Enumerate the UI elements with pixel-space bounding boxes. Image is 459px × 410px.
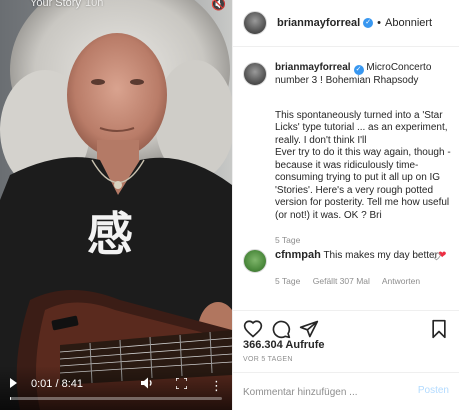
verified-icon: ✓: [353, 65, 364, 75]
verified-icon: ✓: [363, 18, 374, 28]
caption-age[interactable]: 5 Tage: [275, 234, 451, 247]
post-header: brianmayforreal ✓ • Abonniert: [233, 0, 459, 47]
story-time: 10h: [84, 0, 104, 9]
caption-body: This spontaneously turned into a 'Star L…: [275, 109, 451, 221]
comment-form: Posten: [233, 372, 459, 410]
separator-dot: •: [377, 17, 382, 29]
time-display: 0:01 / 8:41: [31, 378, 83, 390]
comment-meta: 5 Tage Gefällt 307 Mal Antworten: [275, 275, 451, 288]
progress-track[interactable]: [10, 397, 222, 400]
comment-text: This makes my day better: [323, 250, 438, 261]
follow-button[interactable]: Abonniert: [385, 17, 432, 29]
header-username[interactable]: brianmayforreal: [277, 17, 360, 29]
comment-item: cfnmpah This makes my day better❤ 5 Tage…: [243, 249, 451, 287]
comment-input[interactable]: [243, 384, 403, 400]
heart-icon[interactable]: [243, 319, 263, 339]
more-icon[interactable]: ⋮: [210, 379, 223, 392]
fullscreen-icon[interactable]: [176, 378, 187, 389]
comment-username[interactable]: cfnmpah: [275, 249, 321, 261]
progress-fill: [10, 397, 11, 400]
action-bar: [233, 310, 459, 340]
view-count[interactable]: 366.304 Aufrufe: [243, 339, 325, 351]
bookmark-icon[interactable]: [429, 319, 449, 339]
shirt-print: 感: [87, 207, 133, 261]
video-player[interactable]: 感 Your Story 10h 🔇 0:01 / 8:41 ⋮: [0, 0, 232, 410]
story-label[interactable]: Your Story 10h: [30, 0, 103, 9]
reply-button[interactable]: Antworten: [382, 276, 420, 286]
caption-avatar[interactable]: [243, 62, 267, 86]
comment-age[interactable]: 5 Tage: [275, 276, 300, 286]
comments-area: brianmayforreal ✓ MicroConcerto number 3 …: [233, 48, 459, 310]
audio-icon[interactable]: 🔇: [211, 0, 226, 11]
post-sidebar: brianmayforreal ✓ • Abonniert brianmayfo…: [232, 0, 459, 410]
volume-icon[interactable]: [140, 376, 154, 390]
post-age[interactable]: VOR 5 TAGEN: [243, 356, 293, 363]
comment-icon[interactable]: [271, 319, 291, 339]
share-icon[interactable]: [299, 319, 319, 339]
video-controls: 0:01 / 8:41 ⋮: [0, 366, 232, 410]
avatar[interactable]: [243, 11, 267, 35]
post-button[interactable]: Posten: [418, 385, 449, 396]
comment-like-icon[interactable]: [432, 252, 441, 261]
comment-avatar[interactable]: [243, 249, 267, 273]
play-icon[interactable]: [10, 378, 17, 388]
caption: brianmayforreal ✓ MicroConcerto number 3 …: [243, 62, 451, 247]
comment-likes[interactable]: Gefällt 307 Mal: [313, 276, 370, 286]
caption-username[interactable]: brianmayforreal: [275, 62, 351, 73]
story-title: Your Story: [30, 0, 81, 9]
